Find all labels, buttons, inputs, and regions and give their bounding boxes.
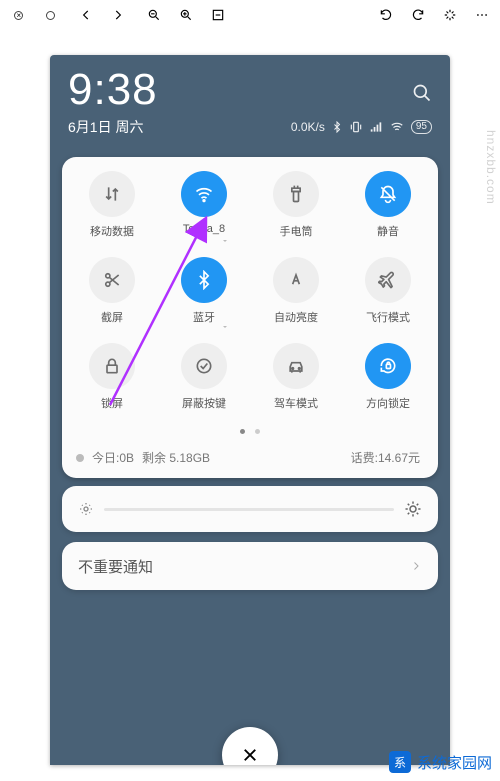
phone-frame: 9:38 6月1日 周六 0.0K/s 95 移动数据 Tenda_8 手电筒 静音截… [50, 55, 450, 765]
brightness-high-icon [404, 500, 422, 518]
tile-wifi[interactable]: Tenda_8 [158, 171, 250, 239]
close-icon[interactable]: × [10, 7, 26, 23]
zoom-in-icon[interactable] [178, 7, 194, 23]
tile-label: 屏蔽按键 [182, 395, 226, 411]
tile-airplane[interactable]: 飞行模式 [342, 257, 434, 325]
clock: 9:38 [68, 65, 432, 115]
bluetooth-icon[interactable] [181, 257, 227, 303]
tiles-grid: 移动数据 Tenda_8 手电筒 静音截屏 蓝牙 自动亮度 飞行模式锁屏 屏蔽按键 驾车模式 方向… [66, 171, 434, 411]
data-today: 今日:0B [92, 449, 134, 466]
torch-icon[interactable] [273, 171, 319, 217]
swap-vert-icon[interactable] [89, 171, 135, 217]
tile-torch[interactable]: 手电筒 [250, 171, 342, 239]
zoom-out-icon[interactable] [146, 7, 162, 23]
fit-icon[interactable] [210, 7, 226, 23]
quick-settings-panel: 移动数据 Tenda_8 手电筒 静音截屏 蓝牙 自动亮度 飞行模式锁屏 屏蔽按键 驾车模式 方向… [62, 157, 438, 478]
sparkle-icon[interactable] [442, 7, 458, 23]
tile-auto-bright[interactable]: 自动亮度 [250, 257, 342, 325]
rotate-cw-icon[interactable] [410, 7, 426, 23]
status-icons: 0.0K/s 95 [291, 120, 432, 134]
data-usage-bar[interactable]: 今日:0B 剩余 5.18GB 话费:14.67元 [66, 445, 434, 470]
lock-icon[interactable] [89, 343, 135, 389]
brightness-auto-icon[interactable] [273, 257, 319, 303]
bluetooth-icon [331, 121, 343, 133]
more-icon[interactable] [474, 7, 490, 23]
chevron-right-icon [410, 560, 422, 572]
tile-label: 飞行模式 [366, 309, 410, 325]
nav-hide-icon[interactable] [181, 343, 227, 389]
brightness-track[interactable] [104, 508, 394, 511]
tile-label: 截屏 [101, 309, 123, 325]
scissors-icon[interactable] [89, 257, 135, 303]
tile-nav-hide[interactable]: 屏蔽按键 [158, 343, 250, 411]
battery-pill: 95 [411, 120, 432, 134]
wifi-icon [389, 120, 405, 134]
tile-label: 蓝牙 [193, 309, 215, 325]
vibrate-icon [349, 120, 363, 134]
tile-label: 静音 [377, 223, 399, 239]
tile-bluetooth[interactable]: 蓝牙 [158, 257, 250, 325]
viewer-toolbar: × [0, 0, 500, 30]
logo-icon: 系 [389, 751, 411, 773]
viewer-left-group: × [10, 7, 58, 23]
dot-icon [76, 454, 84, 462]
page-dot-2 [255, 429, 260, 434]
viewer-nav-group [78, 7, 126, 23]
tile-label: 自动亮度 [274, 309, 318, 325]
rotation-lock-icon[interactable] [365, 343, 411, 389]
low-priority-notifications[interactable]: 不重要通知 [62, 542, 438, 590]
signal-icon [369, 120, 383, 134]
tile-mobile-data[interactable]: 移动数据 [66, 171, 158, 239]
tile-rotation-lock[interactable]: 方向锁定 [342, 343, 434, 411]
collapse-icon[interactable] [42, 7, 58, 23]
tile-label: Tenda_8 [183, 223, 225, 235]
car-icon[interactable] [273, 343, 319, 389]
chevron-down-icon [222, 317, 228, 323]
watermark-text: 系统家园网 [417, 752, 492, 773]
airplane-icon[interactable] [365, 257, 411, 303]
tile-mute[interactable]: 静音 [342, 171, 434, 239]
low-notif-label: 不重要通知 [78, 556, 153, 577]
tile-label: 驾车模式 [274, 395, 318, 411]
page-dot-1 [240, 429, 245, 434]
tile-label: 手电筒 [280, 223, 313, 239]
data-balance: 话费:14.67元 [351, 449, 420, 466]
tile-label: 移动数据 [90, 223, 134, 239]
close-button[interactable] [222, 727, 278, 765]
wifi-icon[interactable] [181, 171, 227, 217]
tile-label: 方向锁定 [366, 395, 410, 411]
back-icon[interactable] [78, 7, 94, 23]
viewer-right-group [378, 7, 490, 23]
tile-lock[interactable]: 锁屏 [66, 343, 158, 411]
forward-icon[interactable] [110, 7, 126, 23]
viewer-zoom-group [146, 7, 226, 23]
status-date: 6月1日 周六 [68, 117, 143, 137]
rotate-ccw-icon[interactable] [378, 7, 394, 23]
page-indicator [66, 421, 434, 439]
watermark-logo: 系 系统家园网 [389, 751, 492, 773]
chevron-down-icon [222, 231, 228, 237]
search-icon[interactable] [412, 83, 432, 108]
tile-label: 锁屏 [101, 395, 123, 411]
tile-driving[interactable]: 驾车模式 [250, 343, 342, 411]
net-speed: 0.0K/s [291, 120, 325, 134]
data-remain: 剩余 5.18GB [142, 449, 210, 466]
brightness-slider[interactable] [62, 486, 438, 532]
brightness-low-icon [78, 501, 94, 517]
mute-icon[interactable] [365, 171, 411, 217]
close-icon [241, 746, 259, 764]
watermark-side: hnzxbb.com [484, 130, 498, 205]
tile-screenshot[interactable]: 截屏 [66, 257, 158, 325]
status-area: 9:38 6月1日 周六 0.0K/s 95 [50, 55, 450, 143]
